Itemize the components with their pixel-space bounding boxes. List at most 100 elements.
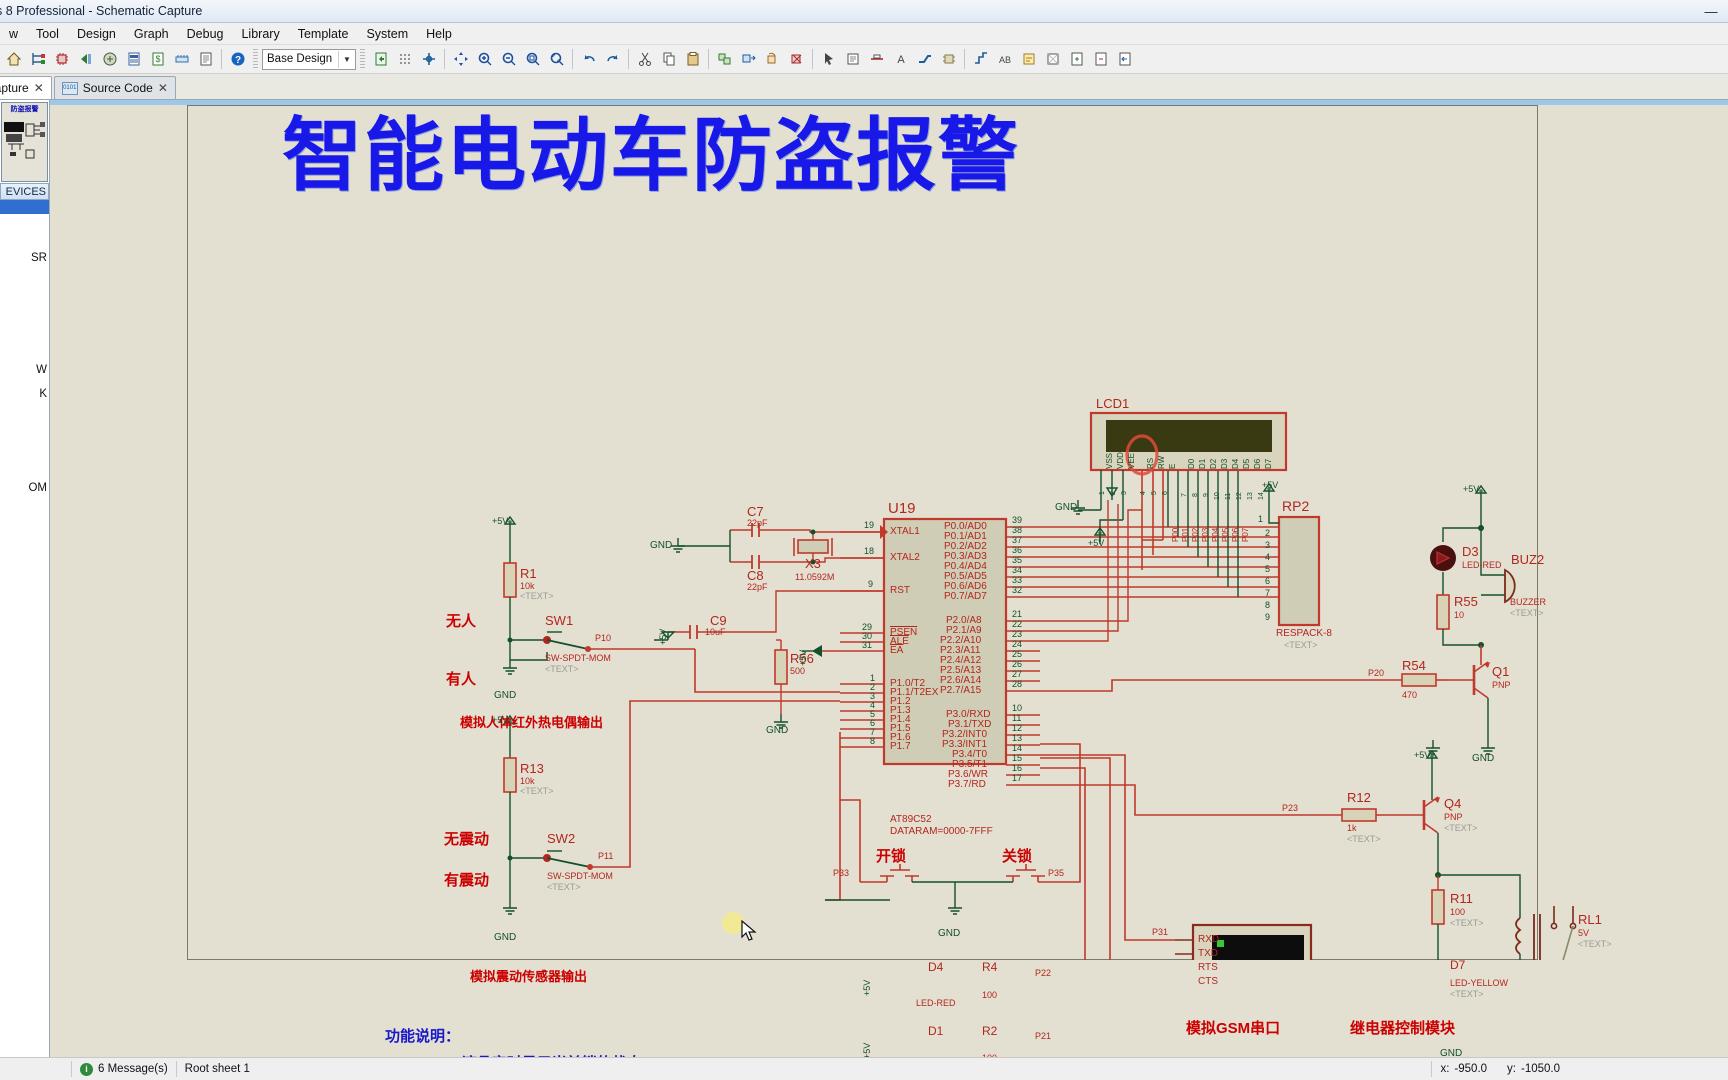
- label-has-person: 有人: [446, 671, 477, 688]
- device-item-3[interactable]: OM: [28, 482, 47, 494]
- device-item-0[interactable]: SR: [31, 252, 47, 264]
- minimize-icon[interactable]: —: [1694, 0, 1728, 22]
- lcd-pin-label: VEE: [1127, 452, 1136, 469]
- help-icon[interactable]: ?: [226, 47, 249, 71]
- design-explorer-icon[interactable]: [1041, 47, 1064, 71]
- simulation-icon[interactable]: [98, 47, 121, 71]
- home-icon[interactable]: [2, 47, 25, 71]
- text-script-icon[interactable]: A: [889, 47, 912, 71]
- menu-item-system[interactable]: System: [357, 25, 417, 43]
- component-value: 1k: [1347, 823, 1357, 833]
- property-assign-icon[interactable]: [1017, 47, 1040, 71]
- report-icon[interactable]: [194, 47, 217, 71]
- device-selected-row[interactable]: [0, 200, 49, 214]
- tab-source-code[interactable]: 0101 Source Code ✕: [53, 76, 176, 99]
- menu-item-tool[interactable]: Tool: [27, 25, 68, 43]
- grid-icon[interactable]: [393, 47, 416, 71]
- lcd-pin-label: RS: [1146, 457, 1155, 469]
- device-item-1[interactable]: W: [36, 364, 47, 376]
- block-move-icon[interactable]: [737, 47, 760, 71]
- property-icon[interactable]: [841, 47, 864, 71]
- overview-panel[interactable]: 防盗报警: [1, 102, 48, 182]
- chevron-down-icon[interactable]: ▼: [338, 50, 355, 68]
- pcb-icon[interactable]: [170, 47, 193, 71]
- lcd-pin-label: D0: [1187, 458, 1196, 469]
- y-value: -1050.0: [1520, 1063, 1560, 1075]
- copy-icon[interactable]: [657, 47, 680, 71]
- paste-icon[interactable]: [681, 47, 704, 71]
- schematic-canvas[interactable]: 智能电动车防盗报警 U19 AT89C52 DATARAM=0000-7FFF …: [50, 100, 1728, 1057]
- close-icon[interactable]: ✕: [34, 81, 44, 95]
- redo-icon[interactable]: [601, 47, 624, 71]
- block-rotate-icon[interactable]: [761, 47, 784, 71]
- info-icon: i: [80, 1062, 93, 1076]
- lcd-pin-label: VDD: [1116, 452, 1125, 469]
- devices-list[interactable]: SR W K OM: [0, 214, 49, 1057]
- tab-schematic-capture[interactable]: Capture ✕: [0, 76, 52, 99]
- undo-icon[interactable]: [577, 47, 600, 71]
- bom-icon[interactable]: [122, 47, 145, 71]
- cut-icon[interactable]: [633, 47, 656, 71]
- toolbar-grip-2[interactable]: [360, 49, 365, 69]
- mcu-pin-num: 17: [1012, 773, 1023, 783]
- respack-ref: RP2: [1282, 498, 1310, 514]
- toolbar-grip[interactable]: [253, 49, 258, 69]
- zoom-area-icon[interactable]: [521, 47, 544, 71]
- bill-icon[interactable]: $: [146, 47, 169, 71]
- back-icon[interactable]: [74, 47, 97, 71]
- auto-route-icon[interactable]: [969, 47, 992, 71]
- component-text: <TEXT>: [1510, 608, 1544, 618]
- svg-text:AB: AB: [998, 55, 1010, 65]
- menu-item-view[interactable]: w: [0, 25, 27, 43]
- subcircuit-icon[interactable]: [937, 47, 960, 71]
- component-ref: Q1: [1492, 664, 1510, 679]
- close-icon[interactable]: ✕: [158, 81, 168, 95]
- label-lock: 关锁: [1002, 848, 1033, 865]
- zoom-fit-icon[interactable]: [545, 47, 568, 71]
- status-messages[interactable]: i 6 Message(s): [72, 1058, 176, 1080]
- search-tag-icon[interactable]: AB: [993, 47, 1016, 71]
- mcu-pin-num: 9: [868, 579, 874, 589]
- lcd-pin-num: 5: [1151, 491, 1158, 495]
- mcu-pin-num: 13: [1012, 733, 1023, 743]
- refresh-icon[interactable]: [369, 47, 392, 71]
- remove-sheet-icon[interactable]: [1089, 47, 1112, 71]
- design-combo-value: Base Design: [267, 53, 333, 65]
- component-ref: C8: [747, 568, 764, 583]
- menu-item-help[interactable]: Help: [417, 25, 461, 43]
- mcu-pin-name: P3.7/RD: [948, 779, 986, 790]
- component-ref: Q4: [1444, 796, 1462, 811]
- description-heading: 功能说明：: [385, 1028, 461, 1045]
- origin-icon[interactable]: [417, 47, 440, 71]
- hierarchy-icon[interactable]: [26, 47, 49, 71]
- lcd-pin-label: D7: [1264, 458, 1273, 469]
- menu-item-graph[interactable]: Graph: [125, 25, 178, 43]
- component-ref: D4: [928, 960, 944, 974]
- chip-icon[interactable]: [50, 47, 73, 71]
- power-label: +5V: [1463, 484, 1480, 494]
- bus-icon[interactable]: [913, 47, 936, 71]
- net-label: P10: [595, 633, 612, 643]
- device-item-2[interactable]: K: [39, 388, 47, 400]
- lcd-pin-label: VSS: [1105, 452, 1114, 469]
- svg-text:?: ?: [234, 55, 240, 66]
- block-copy-icon[interactable]: [713, 47, 736, 71]
- lcd-pin-label: RW: [1157, 455, 1166, 469]
- y-label: y:: [1507, 1063, 1516, 1075]
- zoom-out-icon[interactable]: [497, 47, 520, 71]
- block-delete-icon[interactable]: [785, 47, 808, 71]
- component-text: <TEXT>: [545, 664, 579, 674]
- respack-pin-num: 8: [1265, 600, 1271, 610]
- wire-label-icon[interactable]: [865, 47, 888, 71]
- pan-icon[interactable]: [449, 47, 472, 71]
- menu-item-debug[interactable]: Debug: [178, 25, 233, 43]
- source-code-icon: 0101: [61, 81, 78, 95]
- design-combo[interactable]: Base Design ▼: [262, 48, 356, 70]
- exit-sheet-icon[interactable]: [1113, 47, 1136, 71]
- menu-item-library[interactable]: Library: [232, 25, 288, 43]
- menu-item-template[interactable]: Template: [289, 25, 358, 43]
- zoom-in-icon[interactable]: [473, 47, 496, 71]
- pick-icon[interactable]: [817, 47, 840, 71]
- menu-item-design[interactable]: Design: [68, 25, 125, 43]
- new-sheet-icon[interactable]: [1065, 47, 1088, 71]
